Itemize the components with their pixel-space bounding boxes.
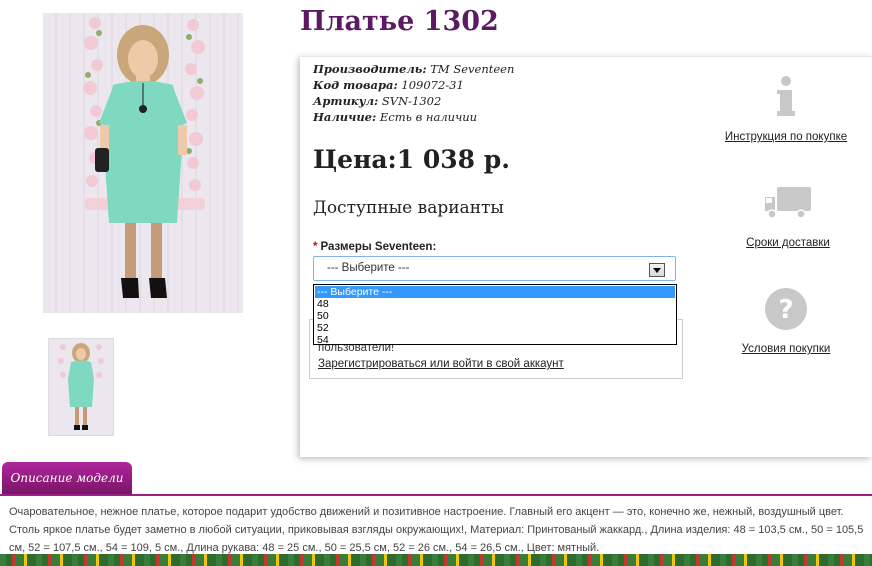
delivery-terms-block: Сроки доставки (718, 173, 858, 249)
product-main-photo[interactable] (43, 13, 243, 313)
purchase-conditions-link[interactable]: Условия покупки (716, 343, 856, 355)
info-manufacturer: Производитель: TM Seventeen (313, 62, 514, 76)
required-mark: * (313, 241, 318, 253)
size-label-text: Размеры Seventeen: (320, 241, 437, 253)
question-icon: ? (716, 279, 856, 339)
info-article-value: SVN-1302 (381, 94, 442, 108)
info-manufacturer-label: Производитель: (313, 62, 427, 76)
description-text: Очаровательное, нежное платье, которое п… (9, 506, 864, 554)
register-login-link[interactable]: Зарегистрироваться или войти в свой акка… (318, 358, 564, 370)
size-select[interactable]: --- Выберите --- (313, 256, 676, 281)
info-availability: Наличие: Есть в наличии (313, 110, 477, 124)
info-code-value: 109072-31 (401, 78, 464, 92)
info-code-label: Код товара: (313, 78, 398, 92)
decorative-garland (0, 554, 872, 566)
svg-text:?: ? (778, 295, 793, 325)
delivery-terms-link[interactable]: Сроки доставки (718, 237, 858, 249)
purchase-instructions-link[interactable]: Инструкция по покупке (716, 131, 856, 143)
purchase-instructions-block: Инструкция по покупке (716, 67, 856, 143)
info-article: Артикул: SVN-1302 (313, 94, 441, 108)
variants-title: Доступные варианты (313, 198, 504, 218)
size-option-placeholder[interactable]: --- Выберите --- (315, 286, 675, 298)
info-article-label: Артикул: (313, 94, 379, 108)
size-option-52[interactable]: 52 (315, 322, 675, 334)
size-select-value: --- Выберите --- (327, 262, 410, 274)
size-option-54[interactable]: 54 (315, 334, 675, 346)
size-option-50[interactable]: 50 (315, 310, 675, 322)
chevron-down-icon[interactable] (649, 263, 665, 277)
size-dropdown-list: --- Выберите --- 48 50 52 54 (313, 284, 677, 346)
info-manufacturer-value: TM Seventeen (430, 62, 515, 76)
tab-divider (0, 494, 872, 496)
size-option-48[interactable]: 48 (315, 298, 675, 310)
purchase-conditions-block: ? Условия покупки (716, 279, 856, 355)
info-availability-label: Наличие: (313, 110, 377, 124)
page-title: Платье 1302 (300, 6, 499, 37)
tab-description[interactable]: Описание модели (2, 462, 132, 494)
product-thumbnail[interactable] (48, 338, 114, 436)
info-code: Код товара: 109072-31 (313, 78, 464, 92)
info-icon (716, 67, 856, 127)
product-panel: Производитель: TM Seventeen Код товара: … (300, 56, 872, 457)
product-price: Цена:1 038 р. (313, 145, 510, 174)
truck-icon (718, 173, 858, 233)
info-availability-value: Есть в наличии (379, 110, 478, 124)
size-label: * Размеры Seventeen: (313, 241, 436, 253)
